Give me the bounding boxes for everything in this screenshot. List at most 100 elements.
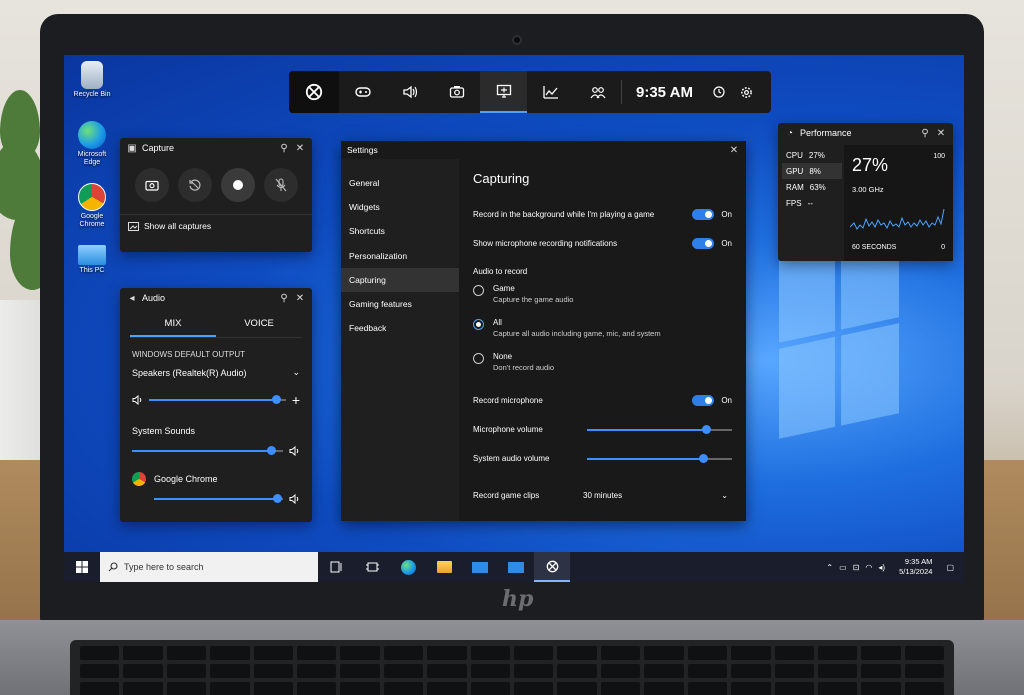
close-icon[interactable]: ✕ xyxy=(728,144,740,156)
hp-logo: hp xyxy=(502,586,534,612)
nav-personalization[interactable]: Personalization xyxy=(341,244,459,268)
gamebar-settings-button[interactable] xyxy=(733,71,761,113)
file-explorer-button[interactable] xyxy=(426,552,462,582)
widgets-button[interactable] xyxy=(354,552,390,582)
master-volume-slider[interactable] xyxy=(149,395,286,404)
mail-button[interactable] xyxy=(462,552,498,582)
taskbar-search[interactable]: Type here to search xyxy=(100,552,318,582)
notification-icon[interactable]: ▢ xyxy=(946,563,954,572)
chrome-volume-slider[interactable] xyxy=(154,494,283,503)
audio-title: Audio xyxy=(142,293,166,303)
gallery-icon xyxy=(128,221,139,231)
pin-icon[interactable]: ⚲ xyxy=(278,142,290,154)
mail-button-2[interactable] xyxy=(498,552,534,582)
chart-icon xyxy=(542,86,558,99)
record-clips-value[interactable]: 30 minutes xyxy=(583,491,721,500)
output-device-select[interactable]: Speakers (Realtek(R) Audio) ⌄ xyxy=(120,359,312,378)
min-label: 0 xyxy=(941,244,945,251)
close-icon[interactable]: ✕ xyxy=(294,142,306,154)
microphone-toggle-button[interactable] xyxy=(263,168,298,202)
metric-gpu[interactable]: GPU 8% xyxy=(782,163,842,179)
nav-widgets[interactable]: Widgets xyxy=(341,195,459,219)
tab-mix[interactable]: MIX xyxy=(130,312,216,337)
add-icon[interactable]: + xyxy=(292,392,300,408)
device-icon[interactable]: ⊡ xyxy=(853,563,860,572)
radio-game[interactable]: Game Capture the game audio xyxy=(473,284,732,318)
desktop-icon-chrome[interactable]: Google Chrome xyxy=(66,183,118,229)
desktop-icon-this-pc[interactable]: This PC xyxy=(66,245,118,275)
xbox-button[interactable] xyxy=(289,71,339,113)
close-icon[interactable]: ✕ xyxy=(935,127,947,139)
nav-feedback[interactable]: Feedback xyxy=(341,316,459,340)
desktop-icon-recycle-bin[interactable]: Recycle Bin xyxy=(66,61,118,99)
settings-window: Settings ✕ General Widgets Shortcuts Per… xyxy=(341,141,746,521)
network-icon[interactable]: ◠ xyxy=(865,563,872,572)
recycle-bin-icon xyxy=(81,61,103,89)
mic-notifications-state: On xyxy=(721,239,732,248)
record-background-toggle[interactable] xyxy=(692,209,715,220)
social-icon xyxy=(590,87,605,99)
search-placeholder: Type here to search xyxy=(124,562,204,572)
metric-cpu[interactable]: CPU 27% xyxy=(782,147,842,163)
task-view-icon xyxy=(330,561,341,573)
social-button[interactable] xyxy=(574,71,621,113)
system-volume-slider[interactable] xyxy=(587,453,732,463)
audio-widget: ◂ Audio ⚲ ✕ MIX VOICE WINDOWS DEFAULT OU… xyxy=(120,288,312,522)
mic-volume-slider[interactable] xyxy=(587,424,732,434)
taskbar-clock[interactable]: 9:35 AM 5/13/2024 xyxy=(899,557,932,577)
volume-icon[interactable]: ◂) xyxy=(878,563,885,572)
keyboard xyxy=(70,640,954,695)
speaker-icon[interactable] xyxy=(289,446,300,456)
metric-ram[interactable]: RAM 63% xyxy=(782,179,842,195)
xbox-icon xyxy=(305,83,323,101)
task-view-button[interactable] xyxy=(318,552,354,582)
controller-button[interactable] xyxy=(339,71,386,113)
nav-general[interactable]: General xyxy=(341,171,459,195)
radio-button[interactable] xyxy=(473,353,484,364)
radio-none[interactable]: None Don't record audio xyxy=(473,352,732,386)
pin-icon[interactable]: ⚲ xyxy=(278,292,290,304)
mic-notifications-toggle[interactable] xyxy=(692,238,715,249)
screenshot-button[interactable] xyxy=(134,168,169,202)
record-background-label: Record in the background while I'm playi… xyxy=(473,210,655,219)
chevron-down-icon[interactable]: ⌄ xyxy=(721,491,728,500)
speaker-icon[interactable] xyxy=(132,395,143,405)
mic-off-icon xyxy=(275,178,286,192)
audio-button[interactable] xyxy=(386,71,433,113)
max-label: 100 xyxy=(933,153,945,160)
xbox-taskbar-button[interactable] xyxy=(534,552,570,582)
close-icon[interactable]: ✕ xyxy=(294,292,306,304)
record-last-button[interactable] xyxy=(177,168,212,202)
performance-monitor-button[interactable] xyxy=(480,71,527,113)
xbox-game-bar: 9:35 AM xyxy=(289,71,771,113)
capture-title: Capture xyxy=(142,143,175,153)
metric-fps[interactable]: FPS -- xyxy=(782,195,842,211)
radio-button-selected[interactable] xyxy=(473,319,484,330)
speaker-icon[interactable] xyxy=(289,494,300,504)
chart-button[interactable] xyxy=(527,71,574,113)
capture-button[interactable] xyxy=(433,71,480,113)
tab-voice[interactable]: VOICE xyxy=(216,312,302,337)
radio-none-title: None xyxy=(493,352,513,361)
radio-game-title: Game xyxy=(493,284,515,293)
edge-taskbar-button[interactable] xyxy=(390,552,426,582)
radio-button[interactable] xyxy=(473,285,484,296)
record-mic-toggle[interactable] xyxy=(692,395,715,406)
output-device: Speakers (Realtek(R) Audio) xyxy=(132,367,247,378)
show-all-captures-link[interactable]: Show all captures xyxy=(120,214,312,237)
start-recording-button[interactable] xyxy=(220,168,255,202)
desktop-icon-edge[interactable]: Microsoft Edge xyxy=(66,121,118,167)
battery-icon[interactable]: ▭ xyxy=(839,563,847,572)
system-sounds-volume-slider[interactable] xyxy=(132,446,283,455)
start-button[interactable] xyxy=(64,552,100,582)
radio-all[interactable]: All Capture all audio including game, mic… xyxy=(473,318,732,352)
nav-gaming-features[interactable]: Gaming features xyxy=(341,292,459,316)
metric-detail: 27% 100 3.00 GHz 60 SECONDS 0 xyxy=(844,145,953,261)
nav-capturing[interactable]: Capturing xyxy=(341,267,459,292)
settings-content: Capturing Record in the background while… xyxy=(473,171,732,510)
chevron-up-icon[interactable]: ⌃ xyxy=(826,563,833,572)
gear-icon xyxy=(741,86,753,98)
nav-shortcuts[interactable]: Shortcuts xyxy=(341,219,459,243)
gamebar-status-button[interactable] xyxy=(705,71,733,113)
pin-icon[interactable]: ⚲ xyxy=(919,127,931,139)
